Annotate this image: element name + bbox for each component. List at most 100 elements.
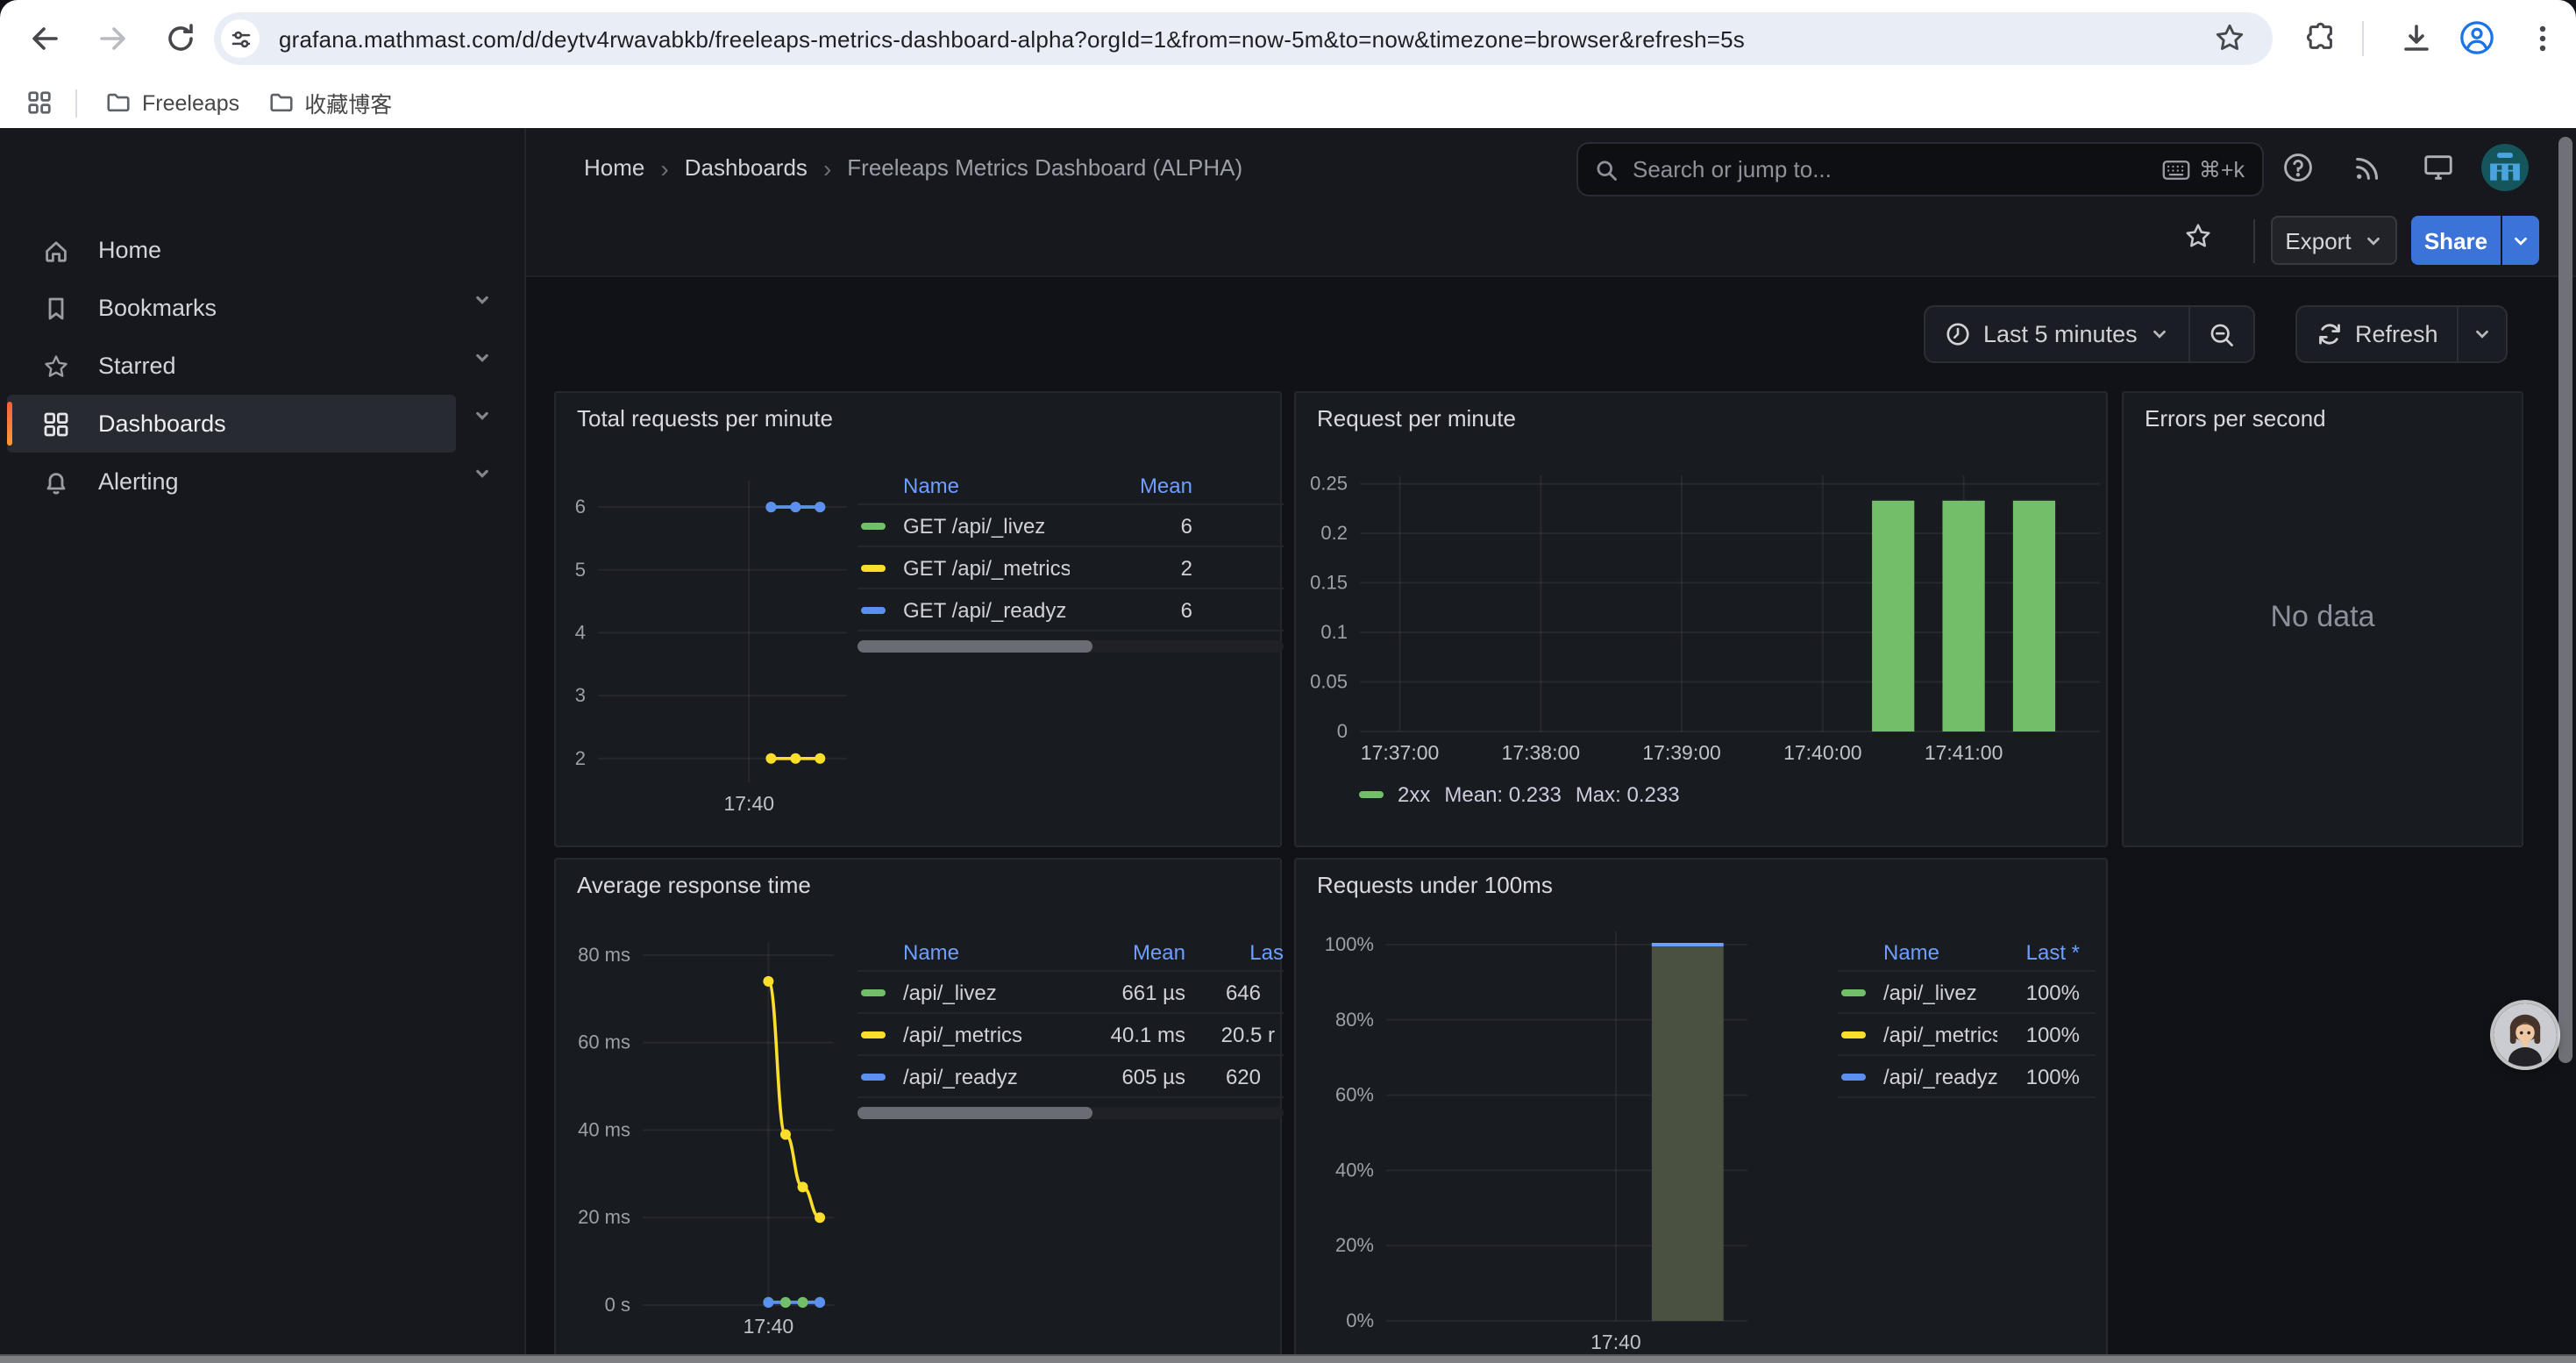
user-avatar[interactable]	[2481, 144, 2529, 191]
panel-title[interactable]: Errors per second	[2145, 405, 2326, 432]
legend-row[interactable]: GET /api/_metrics 2	[857, 547, 1284, 589]
profile-icon[interactable]	[2459, 19, 2495, 56]
downloads-icon[interactable]	[2399, 21, 2434, 56]
back-icon[interactable]	[28, 21, 63, 56]
assistant-avatar[interactable]	[2494, 1003, 2557, 1067]
legend-row[interactable]: /api/_metrics 100%	[1838, 1014, 2096, 1056]
chevron-down-icon	[2364, 231, 2383, 250]
legend-row[interactable]: GET /api/_livez 6	[857, 505, 1284, 547]
series-color-pill	[861, 606, 886, 613]
svg-text:60%: 60%	[1335, 1084, 1374, 1106]
refresh-controls: Refresh	[2295, 305, 2508, 363]
legend-col-name[interactable]: Name	[1838, 939, 1997, 964]
zoom-out-icon	[2208, 320, 2236, 348]
chevron-down-icon[interactable]	[470, 346, 498, 374]
sidebar-item-home[interactable]: Home	[7, 221, 456, 279]
legend-row[interactable]: /api/_readyz 605 µs 620	[857, 1056, 1284, 1098]
legend-table: Name Mean GET /api/_livez 6 GET /api/_me…	[857, 467, 1284, 653]
refresh-button[interactable]: Refresh	[2297, 307, 2458, 361]
forward-icon[interactable]	[95, 21, 130, 56]
clock-icon	[1945, 321, 1971, 347]
chevron-down-icon[interactable]	[470, 403, 498, 432]
chevron-down-icon	[2150, 325, 2169, 344]
svg-text:80 ms: 80 ms	[578, 944, 630, 966]
reload-icon[interactable]	[163, 21, 198, 56]
breadcrumb-dashboards[interactable]: Dashboards	[685, 154, 808, 181]
legend-col-name[interactable]: Name	[857, 473, 1070, 497]
svg-text:17:40:00: 17:40:00	[1783, 741, 1862, 764]
bookmark-folder-freeleaps[interactable]: Freeleaps	[105, 89, 239, 116]
sidebar-item-dashboards[interactable]: Dashboards	[7, 395, 456, 453]
legend-row[interactable]: /api/_readyz 100%	[1838, 1056, 2096, 1098]
svg-text:2: 2	[575, 747, 586, 769]
sidebar-item-label: Alerting	[98, 468, 179, 495]
series-color-pill	[861, 1031, 886, 1038]
breadcrumb-separator: ›	[823, 153, 831, 182]
bookmark-star-icon[interactable]	[2213, 21, 2248, 56]
sidebar-item-bookmarks[interactable]: Bookmarks	[7, 279, 456, 337]
svg-text:0.2: 0.2	[1320, 522, 1348, 544]
series-color-pill	[861, 1073, 886, 1080]
refresh-icon	[2316, 321, 2343, 347]
legend-col-name[interactable]: Name	[857, 939, 1059, 964]
chevron-down-icon[interactable]	[470, 288, 498, 316]
legend-col-mean[interactable]: Mean	[1070, 473, 1192, 497]
chart-request-per-minute[interactable]: 00.050.10.150.20.2517:37:0017:38:0017:39…	[1296, 393, 2110, 849]
legend-col-last[interactable]: Las	[1185, 939, 1284, 964]
bookmark-folder-blogs[interactable]: 收藏博客	[267, 86, 392, 119]
export-button[interactable]: Export	[2271, 216, 2397, 265]
help-icon[interactable]	[2281, 151, 2316, 186]
svg-text:3: 3	[575, 684, 586, 706]
svg-text:17:38:00: 17:38:00	[1502, 741, 1581, 764]
kiosk-monitor-icon[interactable]	[2422, 151, 2457, 186]
search-icon	[1594, 157, 1619, 182]
svg-text:0.15: 0.15	[1310, 572, 1348, 594]
legend-row[interactable]: /api/_metrics 40.1 ms 20.5 r	[857, 1014, 1284, 1056]
panel-under-100ms: Requests under 100ms 0%20%40%60%80%100%1…	[1294, 858, 2108, 1363]
address-bar[interactable]: grafana.mathmast.com/d/deytv4rwavabkb/fr…	[214, 12, 2273, 65]
page-scrollbar[interactable]	[2558, 137, 2572, 1063]
legend-col-mean[interactable]: Mean	[1059, 939, 1185, 964]
favorite-star-icon[interactable]	[2183, 221, 2213, 251]
svg-text:0%: 0%	[1346, 1309, 1374, 1331]
site-settings-icon[interactable]	[221, 19, 260, 58]
legend-scrollbar[interactable]	[857, 1107, 1284, 1119]
svg-text:17:40: 17:40	[723, 792, 774, 815]
breadcrumb: Home › Dashboards › Freeleaps Metrics Da…	[584, 128, 1242, 207]
svg-text:40%: 40%	[1335, 1159, 1374, 1181]
legend-scrollbar[interactable]	[857, 640, 1284, 653]
refresh-interval-caret[interactable]	[2459, 307, 2507, 361]
legend-row[interactable]: GET /api/_readyz 6	[857, 589, 1284, 632]
svg-text:0.05: 0.05	[1310, 671, 1348, 693]
share-caret-button[interactable]	[2502, 216, 2539, 265]
breadcrumb-separator: ›	[660, 153, 668, 182]
svg-text:60 ms: 60 ms	[578, 1031, 630, 1053]
legend-row[interactable]: /api/_livez 661 µs 646	[857, 972, 1284, 1014]
sidebar-item-starred[interactable]: Starred	[7, 337, 456, 395]
legend-table: Name Mean Las /api/_livez 661 µs 646 /ap…	[857, 933, 1284, 1119]
time-controls: Last 5 minutes	[1924, 305, 2255, 363]
series-color-pill	[1841, 1073, 1866, 1080]
series-color-pill	[861, 564, 886, 571]
window-bottom-edge	[0, 1354, 2576, 1363]
search-input[interactable]: Search or jump to... ⌘+k	[1576, 142, 2264, 196]
toolbar-divider	[2362, 21, 2364, 56]
legend-col-last[interactable]: Last *	[1997, 939, 2096, 964]
apps-grid-icon[interactable]	[26, 89, 53, 116]
svg-text:100%: 100%	[1325, 933, 1374, 955]
browser-menu-icon[interactable]	[2525, 21, 2560, 56]
news-rss-icon[interactable]	[2352, 151, 2387, 186]
panel-total-requests: Total requests per minute 2345617:40 Nam…	[554, 391, 1282, 847]
time-range-picker[interactable]: Last 5 minutes	[1925, 307, 2188, 361]
legend-row[interactable]: /api/_livez 100%	[1838, 972, 2096, 1014]
zoom-out-button[interactable]	[2190, 307, 2253, 361]
sidebar-item-alerting[interactable]: Alerting	[7, 453, 456, 510]
sidebar: Home Bookmarks Starred Dashboards Alerti…	[0, 128, 526, 1363]
star-icon	[42, 352, 70, 380]
chevron-down-icon[interactable]	[470, 461, 498, 489]
svg-text:6: 6	[575, 496, 586, 517]
legend[interactable]: 2xx Mean: 0.233 Max: 0.233	[1359, 782, 1680, 807]
extensions-icon[interactable]	[2304, 21, 2339, 56]
share-button[interactable]: Share	[2411, 216, 2501, 265]
breadcrumb-home[interactable]: Home	[584, 154, 644, 181]
